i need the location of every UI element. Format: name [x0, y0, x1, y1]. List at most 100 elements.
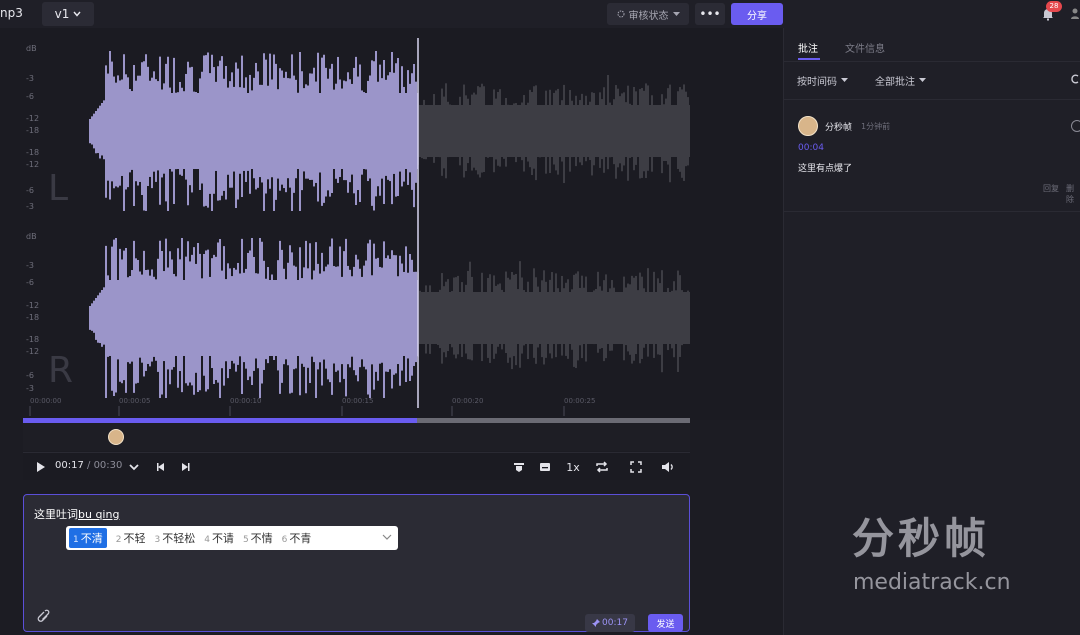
- reply-button[interactable]: 回复: [1043, 183, 1059, 194]
- comment-time-ago: 1分钟前: [861, 122, 891, 131]
- divider: [784, 61, 1080, 62]
- caret-down-icon: [672, 11, 680, 16]
- db-label: -3: [26, 74, 34, 83]
- fullscreen-icon[interactable]: [629, 459, 643, 475]
- db-label: -18: [26, 313, 40, 322]
- time-tick: 00:00:25: [564, 397, 596, 405]
- ime-candidate[interactable]: 3 不轻松: [154, 530, 195, 546]
- tab-file-info[interactable]: 文件信息: [845, 40, 885, 55]
- timecode-tag: 00:17: [602, 618, 628, 628]
- time-tick: 00:00:10: [230, 397, 262, 405]
- next-frame-icon[interactable]: [178, 459, 192, 475]
- time-tick: 00:00:05: [119, 397, 151, 405]
- current-time: 00:17: [55, 460, 84, 471]
- channel-label-right: R: [48, 350, 74, 391]
- resolve-checkbox[interactable]: [1071, 120, 1080, 132]
- db-label: -6: [26, 371, 34, 380]
- comment-marker-avatar[interactable]: [108, 429, 124, 445]
- total-time: / 00:30: [87, 460, 123, 471]
- db-label: -6: [26, 186, 34, 195]
- send-button[interactable]: 发送: [648, 614, 683, 632]
- watermark-url: mediatrack.cn: [853, 570, 1011, 595]
- comment-item[interactable]: 分秒帧 1分钟前 00:04 这里有点爆了 回复 删除: [784, 103, 1080, 213]
- time-tick: 00:00:20: [452, 397, 484, 405]
- chevron-down-icon: [73, 11, 81, 17]
- watermark-logo: 分秒帧: [852, 514, 991, 563]
- comment-author: 分秒帧: [825, 123, 853, 133]
- comment-body: 这里有点爆了: [798, 164, 853, 174]
- channel-label-left: L: [48, 168, 69, 209]
- sort-dropdown[interactable]: 按时间码: [797, 73, 848, 88]
- tab-comments[interactable]: 批注: [798, 40, 818, 55]
- transport-controls: 00:17 / 00:30 1x: [23, 452, 690, 480]
- marker-icon[interactable]: [512, 459, 526, 475]
- db-label: -3: [26, 202, 34, 211]
- db-label: dB: [26, 232, 37, 241]
- timecode-tag-button[interactable]: 00:17: [585, 614, 635, 632]
- waveform-body: [105, 280, 418, 356]
- waveform-canvas[interactable]: [0, 28, 783, 420]
- ime-candidate[interactable]: 2 不轻: [116, 530, 146, 546]
- ime-candidate-bar: 1 不清 2 不轻 3 不轻松 4 不请 5 不情 6 不青: [66, 526, 398, 550]
- db-label: -12: [26, 160, 40, 169]
- refresh-icon[interactable]: [1070, 72, 1080, 86]
- ime-candidate[interactable]: 1 不清: [69, 528, 107, 548]
- db-label: -6: [26, 92, 34, 101]
- db-label: -18: [26, 126, 40, 135]
- comment-marker-track: [23, 423, 690, 451]
- divider: [784, 211, 1080, 212]
- playback-speed[interactable]: 1x: [565, 459, 581, 475]
- db-label: -18: [26, 335, 40, 344]
- caret-down-icon: [841, 78, 848, 82]
- ime-candidate[interactable]: 6 不青: [282, 530, 312, 546]
- db-label: dB: [26, 44, 37, 53]
- prev-frame-icon[interactable]: [154, 459, 168, 475]
- delete-button[interactable]: 删除: [1066, 183, 1080, 205]
- time-display: 00:17 / 00:30: [55, 460, 122, 471]
- db-label: -12: [26, 301, 40, 310]
- waveform-body: [418, 105, 690, 157]
- comment-timecode[interactable]: 00:04: [798, 143, 824, 153]
- loop-icon[interactable]: [594, 459, 610, 475]
- comment-composer[interactable]: 这里吐词bu qing 1 不清 2 不轻 3 不轻松 4 不请 5 不情 6 不青 00:…: [23, 494, 690, 632]
- paperclip-icon[interactable]: [34, 608, 50, 624]
- ime-candidate[interactable]: 5 不情: [243, 530, 273, 546]
- review-app: np3 v1 审核状态 ••• 分享 28 dB -3 -6 -12 -18 -…: [0, 0, 1080, 635]
- version-selector[interactable]: v1: [42, 2, 94, 26]
- version-label: v1: [54, 7, 70, 21]
- waveform-body: [105, 93, 418, 169]
- share-button[interactable]: 分享: [731, 3, 783, 25]
- file-name: np3: [0, 6, 23, 20]
- db-label: -12: [26, 114, 40, 123]
- waveform-area[interactable]: dB -3 -6 -12 -18 -18 -12 -6 -3 dB -3 -6 …: [0, 28, 783, 420]
- db-label: -12: [26, 347, 40, 356]
- more-button[interactable]: •••: [695, 3, 725, 25]
- db-label: -3: [26, 261, 34, 270]
- sort-label: 按时间码: [797, 77, 837, 88]
- filter-dropdown[interactable]: 全部批注: [875, 73, 926, 88]
- waveform-body: [418, 292, 690, 344]
- comment-input[interactable]: 这里吐词bu qing: [34, 506, 119, 522]
- time-tick: 00:00:15: [342, 397, 374, 405]
- active-tab-indicator: [798, 58, 820, 60]
- user-icon[interactable]: [1070, 6, 1080, 20]
- volume-icon[interactable]: [660, 459, 676, 475]
- chevron-down-icon[interactable]: [128, 459, 140, 475]
- chevron-down-icon[interactable]: [382, 531, 392, 543]
- play-icon[interactable]: [35, 459, 47, 475]
- subtitle-icon[interactable]: [538, 459, 552, 475]
- filter-label: 全部批注: [875, 77, 915, 88]
- ime-candidate[interactable]: 4 不请: [204, 530, 234, 546]
- time-tick: 00:00:00: [30, 397, 62, 405]
- review-status-dropdown[interactable]: 审核状态: [607, 3, 689, 25]
- avatar: [798, 116, 818, 136]
- caret-down-icon: [919, 78, 926, 82]
- db-label: -3: [26, 384, 34, 393]
- typed-text: 这里吐词: [34, 508, 78, 521]
- ime-pinyin: bu qing: [78, 508, 120, 521]
- db-label: -18: [26, 148, 40, 157]
- notification-badge: 28: [1046, 1, 1062, 12]
- status-circle-icon: [617, 10, 624, 18]
- db-label: -6: [26, 278, 34, 287]
- top-bar: np3 v1 审核状态 ••• 分享 28: [0, 0, 1080, 28]
